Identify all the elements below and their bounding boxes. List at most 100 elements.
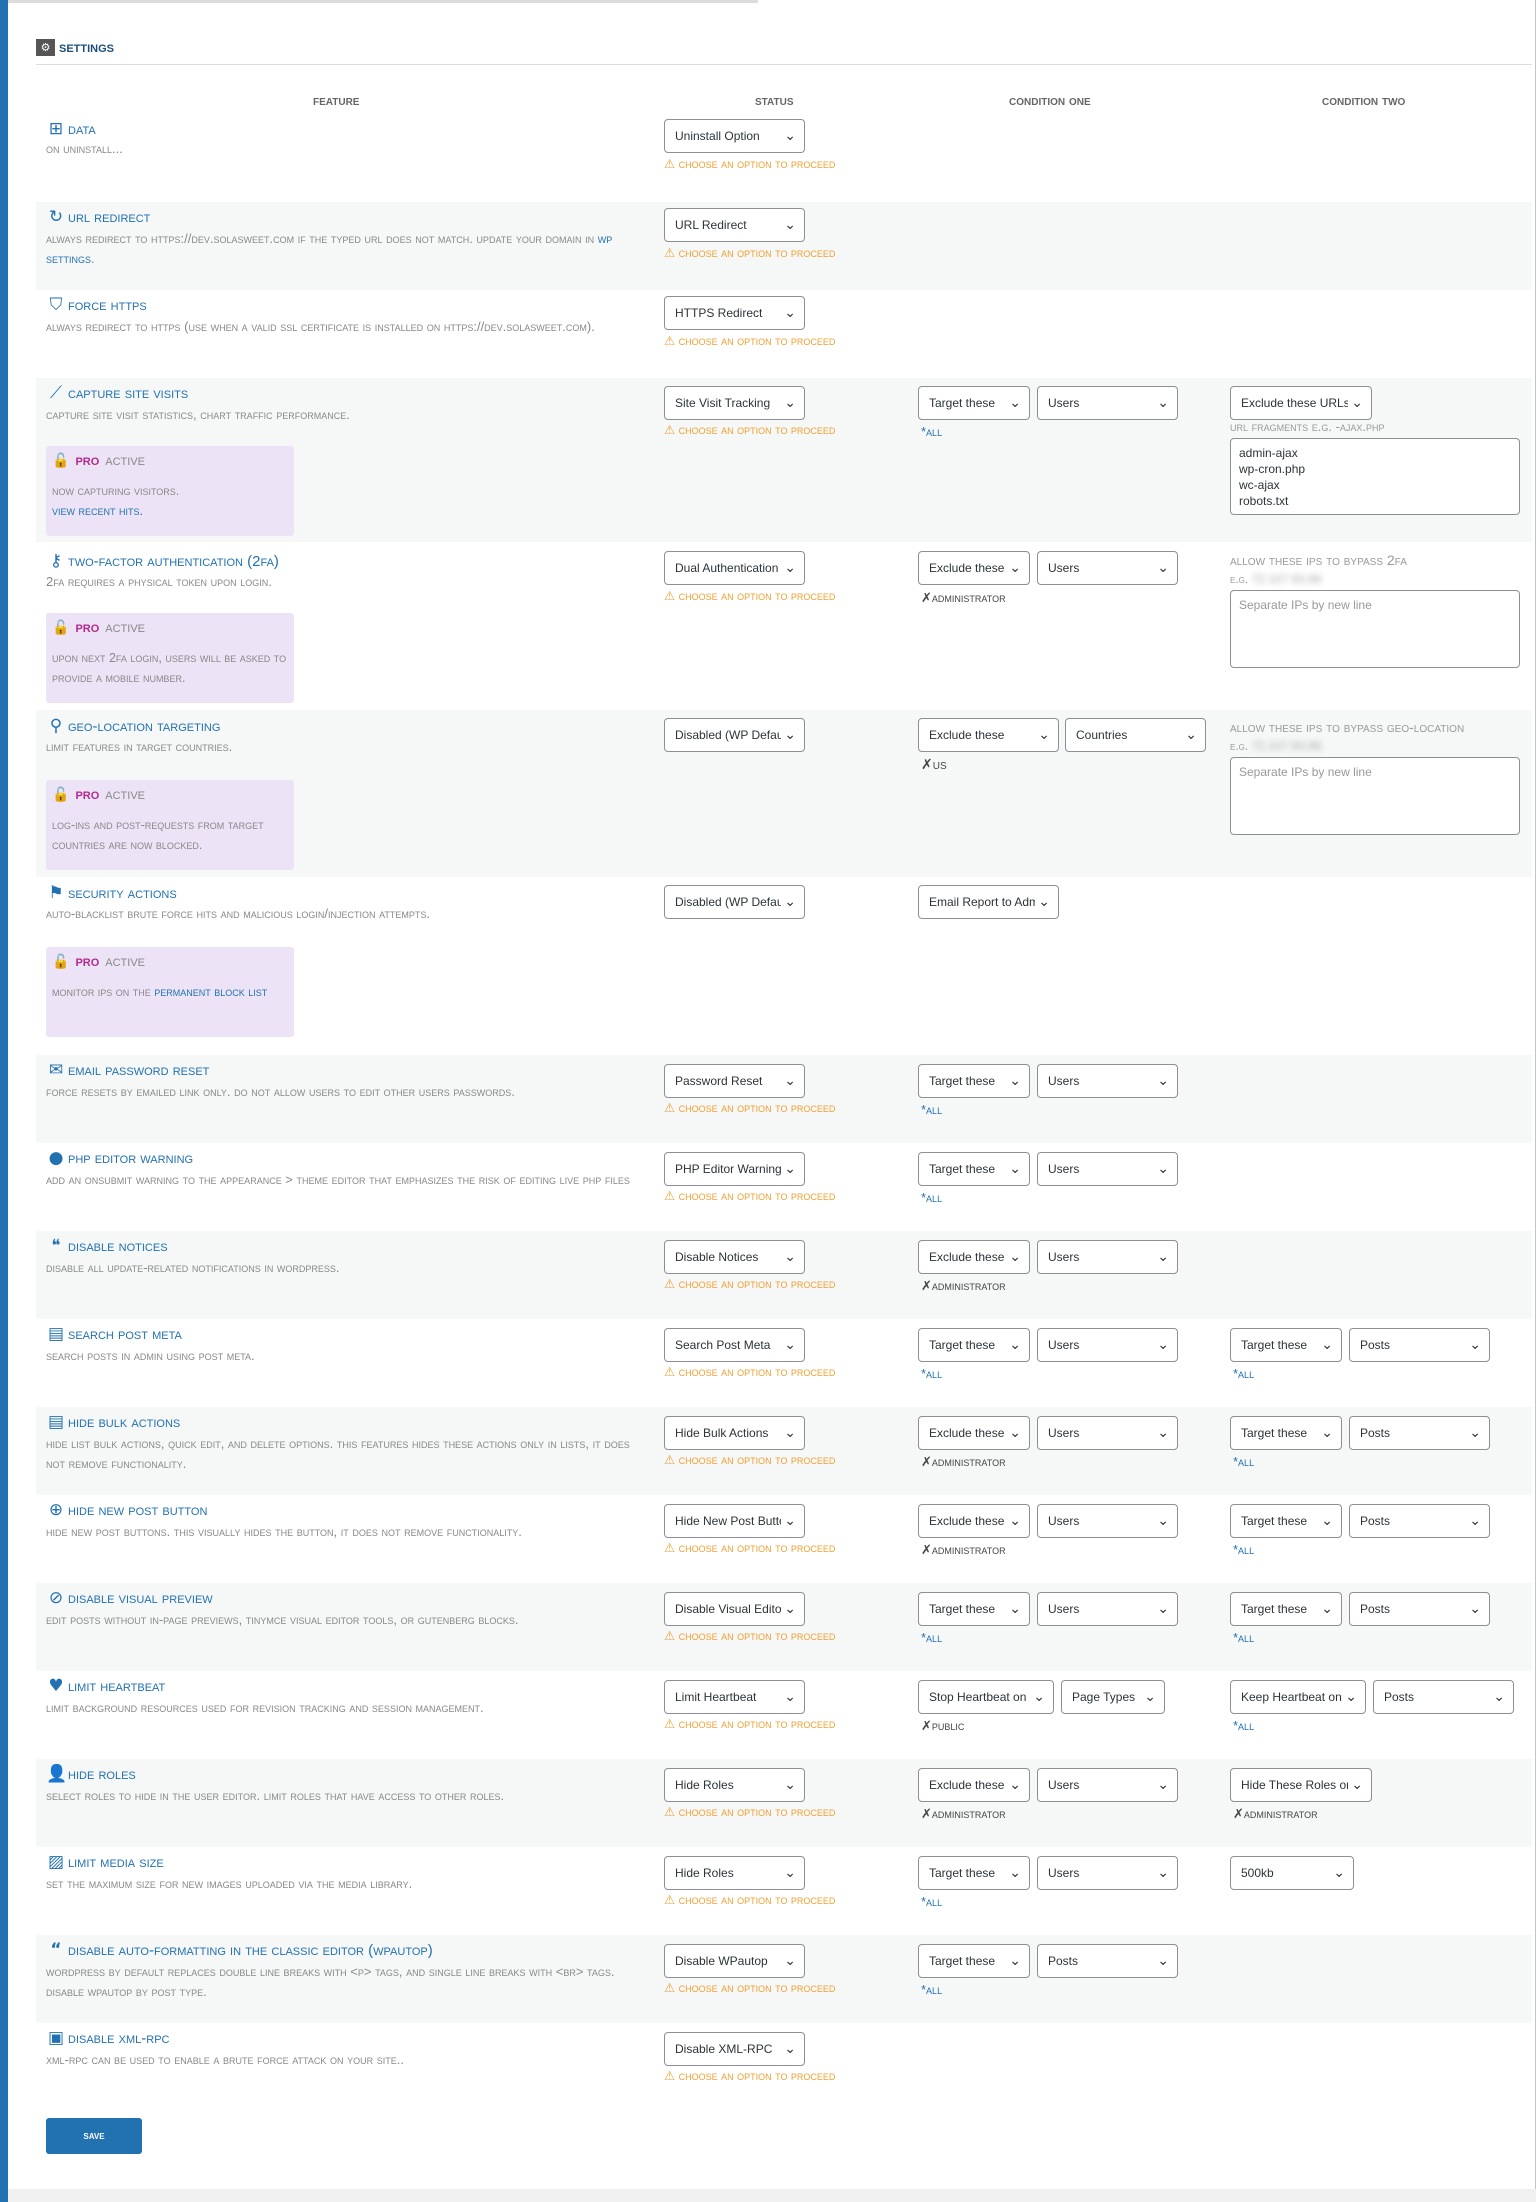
condition-one-target-select[interactable]: Posts ⌄: [1037, 1944, 1178, 1978]
comments-icon: ❝: [51, 1236, 61, 1256]
condition-one-mode-select[interactable]: Exclude these ⌄: [918, 1504, 1030, 1538]
condition-one-target-select[interactable]: Users ⌄: [1037, 1592, 1178, 1626]
condition-one-tag: ✗administrator: [921, 1806, 1006, 1821]
chevron-down-icon: ⌄: [1154, 1593, 1169, 1625]
status-select[interactable]: PHP Editor Warning ⌄: [664, 1152, 805, 1186]
chevron-down-icon: ⌄: [1466, 1329, 1481, 1361]
status-select[interactable]: HTTPS Redirect ⌄: [664, 296, 805, 330]
chevron-down-icon: ⌄: [1030, 1681, 1045, 1713]
condition-two-target-select[interactable]: Posts ⌄: [1349, 1504, 1490, 1538]
condition-two-mode-select[interactable]: Hide These Roles on ⌄: [1230, 1768, 1372, 1802]
column-header-status: Status: [755, 92, 794, 108]
condition-one-mode-select[interactable]: Target these ⌄: [918, 1064, 1030, 1098]
status-select[interactable]: Dual Authentication ⌄: [664, 551, 805, 585]
pro-active-box: 🔓 Pro active Now capturing visitors. View r…: [46, 446, 294, 536]
condition-one-mode-select[interactable]: Stop Heartbeat on ⌄: [918, 1680, 1054, 1714]
condition-one-mode-select[interactable]: Exclude these ⌄: [918, 718, 1059, 752]
status-select[interactable]: Password Reset ⌄: [664, 1064, 805, 1098]
media-size-select[interactable]: 500kb ⌄: [1230, 1856, 1354, 1890]
save-button[interactable]: Save: [46, 2118, 142, 2154]
chevron-down-icon: ⌄: [781, 552, 796, 584]
chevron-down-icon: ⌄: [1466, 1417, 1481, 1449]
chevron-down-icon: ⌄: [1006, 1153, 1021, 1185]
grid-icon: ⊞: [48, 119, 64, 139]
condition-one-mode-select[interactable]: Target these ⌄: [918, 1944, 1030, 1978]
feature-title: Disable Auto-formatting in the Classic E…: [68, 1941, 433, 1959]
condition-two-target-select[interactable]: Posts ⌄: [1349, 1416, 1490, 1450]
chevron-down-icon: ⌄: [1154, 1153, 1169, 1185]
feature-description: Auto-blacklist brute force hits and mali…: [46, 906, 431, 921]
status-select[interactable]: Hide New Post Button ⌄: [664, 1504, 805, 1538]
condition-one-target-select[interactable]: Page Types ⌄: [1061, 1680, 1165, 1714]
left-accent-bar: [0, 0, 8, 2202]
condition-one-mode-select[interactable]: Target these ⌄: [918, 1856, 1030, 1890]
condition-one-mode-select[interactable]: Exclude these ⌄: [918, 551, 1030, 585]
condition-one-target-select[interactable]: Countries ⌄: [1065, 718, 1206, 752]
user-icon: 👤: [46, 1764, 68, 1784]
url-fragments-textarea[interactable]: admin-ajax wp-cron.php wc-ajax robots.tx…: [1230, 438, 1520, 515]
condition-one-target-select[interactable]: Users ⌄: [1037, 386, 1178, 420]
flag-icon: ⚑: [48, 883, 64, 903]
condition-one-mode-select[interactable]: Exclude these ⌄: [918, 1768, 1030, 1802]
condition-two-target-select[interactable]: Posts ⌄: [1373, 1680, 1514, 1714]
status-select[interactable]: Hide Roles ⌄: [664, 1856, 805, 1890]
status-select[interactable]: Uninstall Option ⌄: [664, 119, 805, 153]
condition-two-mode-select[interactable]: Target these ⌄: [1230, 1328, 1342, 1362]
condition-one-mode-select[interactable]: Email Report to Admin ⌄: [918, 885, 1059, 919]
status-select[interactable]: Disable Visual Editor ⌄: [664, 1592, 805, 1626]
condition-one-target-select[interactable]: Users ⌄: [1037, 1064, 1178, 1098]
condition-one-target-select[interactable]: Users ⌄: [1037, 1328, 1178, 1362]
status-select[interactable]: Search Post Meta ⌄: [664, 1328, 805, 1362]
condition-one-mode-select[interactable]: Target these ⌄: [918, 1592, 1030, 1626]
condition-one-mode-select[interactable]: Target these ⌄: [918, 1152, 1030, 1186]
warning-text: ⚠ Choose an option to proceed: [664, 1717, 836, 1731]
settings-icon: ⚙: [36, 38, 55, 56]
chevron-down-icon: ⌄: [1006, 1769, 1021, 1801]
permanent-block-list-link[interactable]: Permanent Block List: [154, 985, 267, 999]
condition-one-target-select[interactable]: Users ⌄: [1037, 1240, 1178, 1274]
status-select[interactable]: Disabled (WP Default) ⌄: [664, 885, 805, 919]
condition-one-tag: *All: [921, 1982, 943, 1997]
bypass-ips-textarea[interactable]: Separate IPs by new line: [1230, 590, 1520, 668]
condition-one-mode-select[interactable]: Target these ⌄: [918, 1328, 1030, 1362]
status-select[interactable]: Disable Notices ⌄: [664, 1240, 805, 1274]
chevron-down-icon: ⌄: [1318, 1505, 1333, 1537]
condition-two-target-select[interactable]: Posts ⌄: [1349, 1328, 1490, 1362]
condition-one-target-select[interactable]: Users ⌄: [1037, 1856, 1178, 1890]
condition-two-mode-select[interactable]: Target these ⌄: [1230, 1504, 1342, 1538]
condition-one-target-select[interactable]: Users ⌄: [1037, 551, 1178, 585]
plus-circle-icon: ⊕: [48, 1500, 64, 1520]
condition-one-target-select[interactable]: Users ⌄: [1037, 1504, 1178, 1538]
status-select[interactable]: Hide Roles ⌄: [664, 1768, 805, 1802]
chevron-down-icon: ⌄: [1035, 886, 1050, 918]
chevron-down-icon: ⌄: [1348, 387, 1363, 419]
status-select[interactable]: Site Visit Tracking ⌄: [664, 386, 805, 420]
status-select[interactable]: URL Redirect ⌄: [664, 208, 805, 242]
warning-text: ⚠ Choose an option to proceed: [664, 1893, 836, 1907]
condition-two-mode-select[interactable]: Keep Heartbeat on ⌄: [1230, 1680, 1366, 1714]
condition-one-mode-select[interactable]: Exclude these ⌄: [918, 1416, 1030, 1450]
warning-text: ⚠ Choose an option to proceed: [664, 589, 836, 603]
feature-description: Search posts in admin using post meta.: [46, 1348, 255, 1363]
condition-one-tag: ✗administrator: [921, 1454, 1006, 1469]
chevron-down-icon: ⌄: [1006, 1417, 1021, 1449]
status-select[interactable]: Disable WPautop ⌄: [664, 1944, 805, 1978]
condition-one-mode-select[interactable]: Target these ⌄: [918, 386, 1030, 420]
condition-two-mode-select[interactable]: Target these ⌄: [1230, 1416, 1342, 1450]
condition-two-mode-select[interactable]: Target these ⌄: [1230, 1592, 1342, 1626]
status-select[interactable]: Limit Heartbeat ⌄: [664, 1680, 805, 1714]
status-select[interactable]: Disable XML-RPC ⌄: [664, 2032, 805, 2066]
status-select[interactable]: Disabled (WP Default) ⌄: [664, 718, 805, 752]
condition-two-target-select[interactable]: Posts ⌄: [1349, 1592, 1490, 1626]
shield-icon: ⛉: [49, 295, 63, 315]
condition-one-target-select[interactable]: Users ⌄: [1037, 1416, 1178, 1450]
warning-text: ⚠ Choose an option to proceed: [664, 157, 836, 171]
condition-one-tag: *All: [921, 1190, 943, 1205]
condition-one-mode-select[interactable]: Exclude these ⌄: [918, 1240, 1030, 1274]
status-select[interactable]: Hide Bulk Actions ⌄: [664, 1416, 805, 1450]
bypass-ips-textarea[interactable]: Separate IPs by new line: [1230, 757, 1520, 835]
condition-one-target-select[interactable]: Users ⌄: [1037, 1768, 1178, 1802]
view-recent-hits-link[interactable]: View recent hits.: [52, 504, 143, 518]
condition-two-mode-select[interactable]: Exclude these URLs ⌄: [1230, 386, 1372, 420]
condition-one-target-select[interactable]: Users ⌄: [1037, 1152, 1178, 1186]
